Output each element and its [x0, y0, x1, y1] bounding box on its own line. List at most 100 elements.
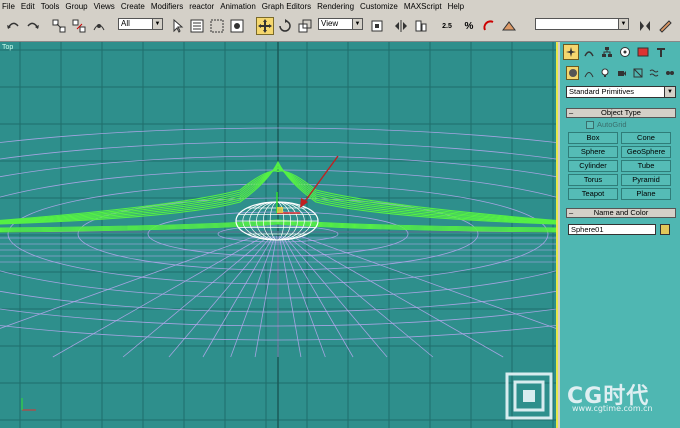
cone-button[interactable]: Cone	[621, 132, 671, 144]
align-icon[interactable]	[412, 17, 430, 35]
lights-icon[interactable]	[599, 66, 612, 80]
command-panel: Standard Primitives ▼ – Object Type Auto…	[560, 42, 680, 428]
window-crossing-icon[interactable]	[228, 17, 246, 35]
box-button[interactable]: Box	[568, 132, 618, 144]
motion-tab-icon[interactable]	[617, 44, 633, 60]
name-color-rollout-header[interactable]: – Name and Color	[566, 208, 676, 218]
autogrid-checkbox[interactable]: AutoGrid	[586, 120, 627, 129]
primitive-category-dropdown[interactable]: Standard Primitives ▼	[566, 86, 676, 98]
plane-button[interactable]: Plane	[621, 188, 671, 200]
menu-views[interactable]: Views	[92, 0, 119, 13]
object-type-title: Object Type	[601, 108, 641, 117]
angle-snap-icon[interactable]: 2.5	[436, 17, 458, 35]
geosphere-button[interactable]: GeoSphere	[621, 146, 671, 158]
watermark-emblem	[503, 370, 555, 422]
select-and-move-icon[interactable]	[256, 17, 274, 35]
menu-tools[interactable]: Tools	[39, 0, 64, 13]
collapse-icon: –	[569, 208, 574, 217]
select-object-icon[interactable]	[168, 17, 186, 35]
main-toolbar: All ▼ View ▼ 2.5 % ▼	[0, 13, 680, 42]
unlink-icon[interactable]	[70, 17, 88, 35]
chevron-down-icon: ▼	[664, 87, 675, 97]
percent-snap-value: %	[464, 20, 474, 32]
gizmo-plane-handle	[277, 207, 283, 213]
viewport-canvas	[0, 42, 556, 428]
name-color-title: Name and Color	[593, 208, 649, 217]
render-scene-icon[interactable]	[500, 17, 518, 35]
reference-coordinate-value: View	[321, 19, 339, 28]
panel-tabs	[560, 42, 680, 62]
watermark-url: www.cgtime.com.cn	[572, 404, 653, 413]
menu-bar: File Edit Tools Group Views Create Modif…	[0, 0, 680, 13]
menu-customize[interactable]: Customize	[358, 0, 402, 13]
menu-edit[interactable]: Edit	[19, 0, 39, 13]
checkbox-icon	[586, 120, 594, 129]
shapes-icon[interactable]	[582, 66, 595, 80]
mirror-icon[interactable]	[392, 17, 410, 35]
water-mesh-spoke	[282, 235, 354, 358]
chevron-down-icon: ▼	[352, 19, 362, 29]
cylinder-button[interactable]: Cylinder	[568, 160, 618, 172]
cameras-icon[interactable]	[615, 66, 628, 80]
menu-create[interactable]: Create	[119, 0, 149, 13]
chevron-down-icon: ▼	[152, 19, 162, 29]
water-mesh-spoke	[299, 235, 556, 329]
modify-tab-icon[interactable]	[581, 44, 597, 60]
create-tab-icon[interactable]	[563, 44, 579, 60]
select-and-rotate-icon[interactable]	[276, 17, 294, 35]
hierarchy-tab-icon[interactable]	[599, 44, 615, 60]
geometry-icon[interactable]	[566, 66, 580, 80]
menu-file[interactable]: File	[0, 0, 19, 13]
menu-animation[interactable]: Animation	[218, 0, 260, 13]
undo-icon[interactable]	[4, 17, 22, 35]
viewport-label[interactable]: Top	[2, 44, 13, 51]
water-mesh-spoke	[0, 235, 257, 329]
object-color-swatch[interactable]	[660, 224, 670, 235]
water-mesh-spoke	[280, 235, 326, 358]
rectangular-selection-icon[interactable]	[208, 17, 226, 35]
utilities-tab-icon[interactable]	[653, 44, 669, 60]
menu-graph-editors[interactable]: Graph Editors	[260, 0, 315, 13]
menu-reactor[interactable]: reactor	[187, 0, 218, 13]
teapot-button[interactable]: Teapot	[568, 188, 618, 200]
quick-render-icon[interactable]	[656, 17, 674, 35]
water-mesh-spoke	[230, 235, 276, 358]
spinner-snap-icon[interactable]	[480, 17, 498, 35]
tube-button[interactable]: Tube	[621, 160, 671, 172]
select-and-scale-icon[interactable]	[296, 17, 314, 35]
select-and-link-icon[interactable]	[50, 17, 68, 35]
helpers-icon[interactable]	[631, 66, 644, 80]
display-tab-icon[interactable]	[635, 44, 651, 60]
top-viewport[interactable]: Top	[0, 42, 558, 428]
water-mesh-spoke	[202, 235, 274, 358]
object-name-field[interactable]: Sphere01	[568, 224, 656, 235]
space-warps-icon[interactable]	[647, 66, 660, 80]
menu-maxscript[interactable]: MAXScript	[402, 0, 446, 13]
water-mesh-spoke	[279, 235, 302, 358]
create-category-bar	[560, 64, 680, 82]
menu-modifiers[interactable]: Modifiers	[149, 0, 187, 13]
menu-group[interactable]: Group	[63, 0, 91, 13]
sphere-button[interactable]: Sphere	[568, 146, 618, 158]
object-type-rollout-header[interactable]: – Object Type	[566, 108, 676, 118]
named-selection-dropdown[interactable]: ▼	[535, 18, 629, 30]
chevron-down-icon: ▼	[618, 19, 628, 29]
bind-space-warp-icon[interactable]	[90, 17, 108, 35]
percent-snap-icon[interactable]: %	[460, 17, 478, 35]
mirror-tool-icon[interactable]	[636, 17, 654, 35]
water-mesh-spoke	[52, 235, 265, 358]
collapse-icon: –	[569, 108, 574, 117]
reference-coordinate-dropdown[interactable]: View ▼	[318, 18, 363, 30]
systems-icon[interactable]	[664, 66, 677, 80]
menu-help[interactable]: Help	[446, 0, 468, 13]
select-by-name-icon[interactable]	[188, 17, 206, 35]
pyramid-button[interactable]: Pyramid	[621, 174, 671, 186]
autogrid-label: AutoGrid	[597, 120, 627, 129]
pivot-center-icon[interactable]	[368, 17, 386, 35]
torus-button[interactable]: Torus	[568, 174, 618, 186]
redo-icon[interactable]	[24, 17, 42, 35]
angle-snap-value: 2.5	[442, 22, 452, 30]
selection-filter-value: All	[121, 19, 130, 28]
menu-rendering[interactable]: Rendering	[315, 0, 358, 13]
selection-filter-dropdown[interactable]: All ▼	[118, 18, 163, 30]
